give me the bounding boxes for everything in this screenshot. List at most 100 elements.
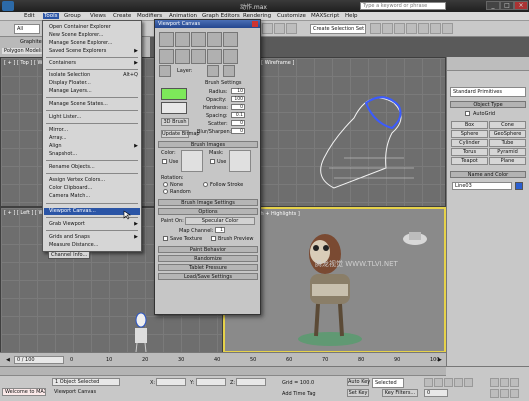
clone-icon[interactable] <box>191 32 206 47</box>
z-coordinate-field[interactable] <box>236 378 266 386</box>
pan-icon[interactable] <box>500 389 509 398</box>
render-setup-icon[interactable] <box>430 23 441 34</box>
slider-left-arrow-icon[interactable]: ◀ <box>6 357 10 363</box>
paint-on-button[interactable]: Specular Color <box>185 217 255 225</box>
geosphere-button[interactable]: GeoSphere <box>489 130 526 138</box>
primitive-type-dropdown[interactable]: Standard Primitives <box>450 87 526 97</box>
brush-images-rollout[interactable]: Brush Images <box>158 141 258 148</box>
orbit-icon[interactable] <box>510 389 519 398</box>
auto-key-button[interactable]: Auto Key <box>347 378 370 386</box>
autogrid-checkbox[interactable] <box>465 111 470 116</box>
brush-color-swatch[interactable] <box>161 88 187 100</box>
menu-item[interactable]: Snapshot... <box>49 151 77 157</box>
eraser-icon[interactable] <box>223 32 238 47</box>
menu-item[interactable]: Display Floater... <box>49 80 91 86</box>
menu-item[interactable]: Array... <box>49 135 67 141</box>
menu-item[interactable]: Grab Viewport <box>49 221 85 227</box>
menu-item[interactable]: Manage Scene Explorer... <box>49 40 112 46</box>
options-rollout[interactable]: Options <box>158 208 258 215</box>
update-bitmap-button[interactable]: Update Bitmap <box>161 130 200 138</box>
paint-brush-icon[interactable] <box>159 32 174 47</box>
spacing-spinner[interactable]: 0.1 <box>231 112 245 118</box>
pencil-icon[interactable] <box>175 32 190 47</box>
map-channel-spinner[interactable]: 1 <box>215 227 225 233</box>
menu-item[interactable]: Camera Match... <box>49 193 90 199</box>
key-filters-button[interactable]: Key Filters... <box>382 389 418 397</box>
menu-item[interactable]: Channel Info... <box>48 252 91 259</box>
menu-item[interactable]: Rename Objects... <box>49 164 95 170</box>
layer-add-icon[interactable] <box>223 65 235 77</box>
zoom-extents-icon[interactable] <box>510 378 519 387</box>
tube-button[interactable]: Tube <box>489 139 526 147</box>
frame-indicator[interactable]: 0 / 100 <box>14 356 64 364</box>
menu-tools[interactable]: Tools <box>43 13 59 19</box>
percent-snap-icon[interactable] <box>286 23 297 34</box>
object-color-swatch[interactable] <box>515 182 523 190</box>
minimize-button[interactable]: _ <box>486 1 500 10</box>
menu-item[interactable]: Isolate Selection <box>49 72 90 78</box>
scatter-spinner[interactable]: 0 <box>231 120 245 126</box>
object-name-input[interactable]: Line03 <box>452 182 512 190</box>
blur-sharpen-spinner[interactable]: 0 <box>231 128 245 134</box>
layer-options-icon[interactable] <box>207 65 219 77</box>
menu-item[interactable]: Mirror... <box>49 127 68 133</box>
load-save-rollout[interactable]: Load/Save Settings <box>158 273 258 280</box>
color-use-checkbox[interactable] <box>162 159 167 164</box>
rotation-follow-radio[interactable] <box>203 182 208 187</box>
color-brush-image[interactable] <box>181 150 203 172</box>
radius-spinner[interactable]: 10 <box>231 88 245 94</box>
menu-maxscript[interactable]: MAXScript <box>311 13 339 19</box>
menu-group[interactable]: Group <box>64 13 81 19</box>
named-selection-set-dropdown[interactable]: Create Selection Set <box>310 24 366 34</box>
menu-item[interactable]: Grids and Snaps <box>49 234 90 240</box>
angle-snap-icon[interactable] <box>274 23 285 34</box>
zoom-all-icon[interactable] <box>500 378 509 387</box>
go-to-end-icon[interactable] <box>464 378 473 387</box>
smudge-icon[interactable] <box>159 49 174 64</box>
track-bar[interactable] <box>0 367 446 376</box>
key-mode-dropdown[interactable]: Selected <box>372 378 404 388</box>
layer-icon[interactable] <box>159 65 171 77</box>
field-of-view-icon[interactable] <box>490 389 499 398</box>
y-coordinate-field[interactable] <box>196 378 226 386</box>
opacity-spinner[interactable]: 100 <box>231 96 245 102</box>
menu-item[interactable]: New Scene Explorer... <box>49 32 103 38</box>
previous-frame-icon[interactable] <box>434 378 443 387</box>
burn-icon[interactable] <box>223 49 238 64</box>
mask-use-checkbox[interactable] <box>210 159 215 164</box>
background-color-swatch[interactable] <box>161 102 187 114</box>
menu-create[interactable]: Create <box>113 13 131 19</box>
close-icon[interactable] <box>252 21 258 27</box>
menu-item[interactable]: Containers <box>49 60 76 66</box>
paint-behavior-rollout[interactable]: Paint Behavior <box>158 246 258 253</box>
blur-icon[interactable] <box>175 49 190 64</box>
mask-brush-image[interactable] <box>229 150 251 172</box>
x-coordinate-field[interactable] <box>156 378 186 386</box>
mirror-icon[interactable] <box>370 23 381 34</box>
menu-item[interactable]: Open Container Explorer <box>49 24 111 30</box>
brush-image-settings-rollout[interactable]: Brush Image Settings <box>158 199 258 206</box>
curve-editor-icon[interactable] <box>406 23 417 34</box>
menu-item[interactable]: Manage Layers... <box>49 88 92 94</box>
teapot-button[interactable]: Teapot <box>451 157 488 165</box>
menu-item-viewport-canvas[interactable]: Viewport Canvas... <box>49 208 96 214</box>
play-icon[interactable] <box>444 378 453 387</box>
material-editor-icon[interactable] <box>418 23 429 34</box>
app-logo-icon[interactable] <box>2 1 14 11</box>
menu-item[interactable]: Saved Scene Explorers <box>49 48 106 54</box>
set-key-button[interactable]: Set Key <box>347 389 369 397</box>
search-input[interactable]: Type a keyword or phrase <box>360 2 446 10</box>
menu-customize[interactable]: Customize <box>277 13 306 19</box>
close-button[interactable]: × <box>514 1 528 10</box>
dodge-icon[interactable] <box>207 49 222 64</box>
selection-filter-dropdown[interactable]: All <box>14 24 40 34</box>
align-icon[interactable] <box>382 23 393 34</box>
pyramid-button[interactable]: Pyramid <box>489 148 526 156</box>
menu-item[interactable]: Measure Distance... <box>49 242 98 248</box>
hardness-spinner[interactable]: 0 <box>231 104 245 110</box>
sphere-button[interactable]: Sphere <box>451 130 488 138</box>
maxscript-listener[interactable]: Welcome to MAX <box>2 388 46 396</box>
add-time-tag[interactable]: Add Time Tag <box>282 391 316 397</box>
zoom-icon[interactable] <box>490 378 499 387</box>
current-frame-field[interactable]: 0 <box>424 389 448 397</box>
